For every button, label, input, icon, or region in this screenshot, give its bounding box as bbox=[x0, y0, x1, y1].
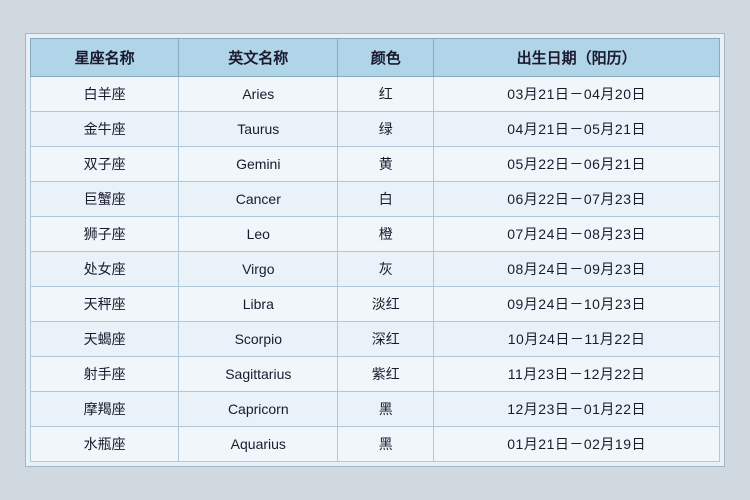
cell-dates: 11月23日－12月22日 bbox=[434, 357, 720, 392]
cell-english-name: Libra bbox=[179, 287, 338, 322]
cell-dates: 10月24日－11月22日 bbox=[434, 322, 720, 357]
cell-chinese-name: 金牛座 bbox=[31, 112, 179, 147]
header-dates: 出生日期（阳历） bbox=[434, 39, 720, 77]
cell-english-name: Taurus bbox=[179, 112, 338, 147]
cell-color: 橙 bbox=[338, 217, 434, 252]
cell-english-name: Capricorn bbox=[179, 392, 338, 427]
table-row: 狮子座Leo橙07月24日－08月23日 bbox=[31, 217, 720, 252]
table-row: 摩羯座Capricorn黑12月23日－01月22日 bbox=[31, 392, 720, 427]
zodiac-table-container: 星座名称 英文名称 颜色 出生日期（阳历） 白羊座Aries红03月21日－04… bbox=[25, 33, 725, 467]
cell-color: 紫红 bbox=[338, 357, 434, 392]
cell-color: 黄 bbox=[338, 147, 434, 182]
header-color: 颜色 bbox=[338, 39, 434, 77]
cell-chinese-name: 摩羯座 bbox=[31, 392, 179, 427]
table-row: 水瓶座Aquarius黑01月21日－02月19日 bbox=[31, 427, 720, 462]
header-chinese-name: 星座名称 bbox=[31, 39, 179, 77]
table-row: 天秤座Libra淡红09月24日－10月23日 bbox=[31, 287, 720, 322]
cell-dates: 09月24日－10月23日 bbox=[434, 287, 720, 322]
cell-color: 灰 bbox=[338, 252, 434, 287]
cell-chinese-name: 白羊座 bbox=[31, 77, 179, 112]
cell-color: 黑 bbox=[338, 392, 434, 427]
cell-chinese-name: 巨蟹座 bbox=[31, 182, 179, 217]
header-english-name: 英文名称 bbox=[179, 39, 338, 77]
cell-english-name: Leo bbox=[179, 217, 338, 252]
cell-english-name: Aries bbox=[179, 77, 338, 112]
cell-dates: 01月21日－02月19日 bbox=[434, 427, 720, 462]
cell-dates: 07月24日－08月23日 bbox=[434, 217, 720, 252]
cell-english-name: Scorpio bbox=[179, 322, 338, 357]
cell-dates: 04月21日－05月21日 bbox=[434, 112, 720, 147]
table-row: 双子座Gemini黄05月22日－06月21日 bbox=[31, 147, 720, 182]
cell-dates: 08月24日－09月23日 bbox=[434, 252, 720, 287]
table-body: 白羊座Aries红03月21日－04月20日金牛座Taurus绿04月21日－0… bbox=[31, 77, 720, 462]
table-row: 射手座Sagittarius紫红11月23日－12月22日 bbox=[31, 357, 720, 392]
cell-chinese-name: 狮子座 bbox=[31, 217, 179, 252]
cell-color: 红 bbox=[338, 77, 434, 112]
cell-chinese-name: 处女座 bbox=[31, 252, 179, 287]
cell-chinese-name: 天秤座 bbox=[31, 287, 179, 322]
cell-color: 黑 bbox=[338, 427, 434, 462]
cell-english-name: Sagittarius bbox=[179, 357, 338, 392]
cell-english-name: Gemini bbox=[179, 147, 338, 182]
cell-english-name: Virgo bbox=[179, 252, 338, 287]
cell-dates: 05月22日－06月21日 bbox=[434, 147, 720, 182]
table-row: 白羊座Aries红03月21日－04月20日 bbox=[31, 77, 720, 112]
table-row: 金牛座Taurus绿04月21日－05月21日 bbox=[31, 112, 720, 147]
cell-chinese-name: 天蝎座 bbox=[31, 322, 179, 357]
cell-english-name: Cancer bbox=[179, 182, 338, 217]
cell-chinese-name: 双子座 bbox=[31, 147, 179, 182]
cell-chinese-name: 水瓶座 bbox=[31, 427, 179, 462]
table-row: 巨蟹座Cancer白06月22日－07月23日 bbox=[31, 182, 720, 217]
table-header-row: 星座名称 英文名称 颜色 出生日期（阳历） bbox=[31, 39, 720, 77]
cell-color: 绿 bbox=[338, 112, 434, 147]
cell-english-name: Aquarius bbox=[179, 427, 338, 462]
cell-dates: 12月23日－01月22日 bbox=[434, 392, 720, 427]
cell-dates: 06月22日－07月23日 bbox=[434, 182, 720, 217]
table-row: 天蝎座Scorpio深红10月24日－11月22日 bbox=[31, 322, 720, 357]
cell-chinese-name: 射手座 bbox=[31, 357, 179, 392]
cell-color: 淡红 bbox=[338, 287, 434, 322]
cell-color: 深红 bbox=[338, 322, 434, 357]
cell-color: 白 bbox=[338, 182, 434, 217]
table-row: 处女座Virgo灰08月24日－09月23日 bbox=[31, 252, 720, 287]
zodiac-table: 星座名称 英文名称 颜色 出生日期（阳历） 白羊座Aries红03月21日－04… bbox=[30, 38, 720, 462]
cell-dates: 03月21日－04月20日 bbox=[434, 77, 720, 112]
